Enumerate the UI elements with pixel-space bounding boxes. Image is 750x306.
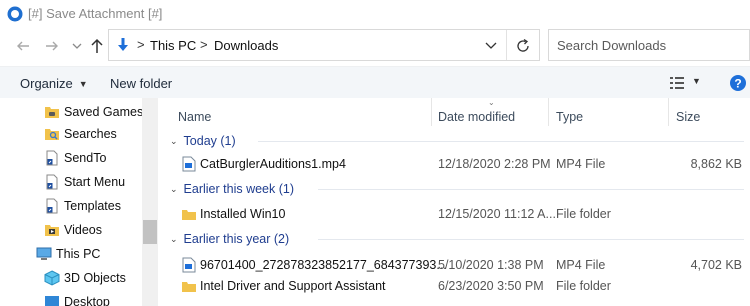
breadcrumb-separator[interactable]: > (137, 37, 145, 52)
organize-button[interactable]: Organize ▼ (20, 76, 88, 91)
title-bar: [#] Save Attachment [#] (0, 0, 750, 30)
sidebar-item-label: Searches (64, 127, 117, 141)
column-header-date-modified[interactable]: Date modified (438, 110, 515, 124)
sidebar-item-label: 3D Objects (64, 271, 126, 285)
file-name: CatBurglerAuditions1.mp4 (200, 157, 346, 171)
sidebar-item-sendto[interactable]: SendTo (0, 146, 142, 170)
navigation-pane: Saved Games Searches SendTo Start Menu T… (0, 98, 158, 306)
navigation-pane-scrollbar[interactable] (142, 98, 158, 306)
file-name: Intel Driver and Support Assistant (200, 279, 386, 293)
group-header-earlier-this-week[interactable]: ⌄ Earlier this week (1) (170, 178, 294, 200)
up-arrow-icon[interactable] (88, 37, 106, 55)
sidebar-item-templates[interactable]: Templates (0, 194, 142, 218)
download-arrow-icon (118, 38, 128, 51)
sidebar-item-this-pc[interactable]: This PC (0, 242, 142, 266)
chevron-down-icon: ⌄ (170, 233, 178, 244)
view-details-icon[interactable] (670, 76, 684, 90)
sidebar-item-label: Saved Games (64, 105, 144, 119)
search-box[interactable] (548, 29, 750, 61)
folder-videos-icon (45, 225, 59, 236)
file-shortcut-icon (46, 150, 58, 166)
sidebar-item-3d-objects[interactable]: 3D Objects (0, 266, 142, 290)
file-shortcut-icon (46, 198, 58, 214)
group-header-earlier-this-year[interactable]: ⌄ Earlier this year (2) (170, 228, 289, 250)
file-date: 5/10/2020 1:38 PM (438, 258, 544, 272)
file-row[interactable]: Intel Driver and Support Assistant 6/23/… (158, 274, 750, 298)
refresh-icon[interactable] (513, 36, 533, 56)
scrollbar-thumb[interactable] (143, 220, 157, 244)
recent-locations-chevron-icon[interactable] (68, 37, 86, 55)
chevron-down-icon: ⌄ (170, 183, 178, 194)
column-header-size[interactable]: Size (676, 110, 700, 124)
sidebar-item-start-menu[interactable]: Start Menu (0, 170, 142, 194)
file-row[interactable]: Installed Win10 12/15/2020 11:12 A... Fi… (158, 202, 750, 226)
group-label: Earlier this year (2) (183, 232, 290, 246)
address-bar[interactable]: > This PC > Downloads (108, 29, 540, 61)
file-date: 12/18/2020 2:28 PM (438, 157, 551, 171)
sidebar-item-label: SendTo (64, 151, 107, 165)
column-divider[interactable] (668, 98, 669, 126)
back-arrow-icon[interactable] (14, 37, 32, 55)
help-icon[interactable]: ? (729, 74, 747, 92)
sidebar-item-desktop[interactable]: Desktop (0, 290, 142, 306)
group-divider (258, 141, 744, 142)
sidebar-item-label: Start Menu (64, 175, 126, 189)
breadcrumb-this-pc[interactable]: This PC (150, 38, 196, 53)
address-divider (506, 30, 507, 60)
file-size: 4,702 KB (690, 258, 742, 272)
group-divider (318, 189, 744, 190)
sidebar-item-videos[interactable]: Videos (0, 218, 142, 242)
sidebar-item-label: Templates (64, 199, 121, 213)
sidebar-item-label: Desktop (64, 295, 110, 306)
folder-saved-games-icon (45, 107, 59, 118)
file-name: 96701400_272878323852177_684377393... (200, 258, 447, 272)
organize-label: Organize (20, 76, 73, 91)
caret-down-icon: ▼ (78, 79, 88, 89)
file-type: MP4 File (556, 258, 606, 272)
chevron-down-icon: ⌄ (170, 135, 178, 146)
forward-arrow-icon[interactable] (43, 37, 61, 55)
sidebar-item-searches[interactable]: Searches (0, 122, 142, 146)
command-bar: Organize ▼ New folder ▼ ? (0, 66, 750, 98)
view-options-caret-icon[interactable]: ▼ (692, 76, 701, 86)
3d-objects-icon (44, 270, 60, 286)
file-shortcut-icon (46, 174, 58, 190)
folder-search-icon (45, 129, 59, 140)
file-row[interactable]: CatBurglerAuditions1.mp4 12/18/2020 2:28… (158, 152, 750, 176)
group-divider (318, 239, 744, 240)
file-list: Name ⌄ Date modified Type Size ⌄ Today (… (158, 98, 750, 306)
group-label: Today (1) (183, 134, 236, 148)
file-date: 12/15/2020 11:12 A... (438, 207, 556, 221)
group-header-today[interactable]: ⌄ Today (1) (170, 130, 236, 152)
address-dropdown-icon[interactable] (483, 37, 499, 53)
desktop-icon (45, 296, 59, 306)
sidebar-item-label: This PC (56, 247, 101, 261)
column-header-type[interactable]: Type (556, 110, 583, 124)
video-file-icon (182, 257, 196, 273)
file-date: 6/23/2020 3:50 PM (438, 279, 544, 293)
file-type: File folder (556, 207, 611, 221)
group-label: Earlier this week (1) (183, 182, 294, 196)
column-header-name[interactable]: Name (178, 110, 211, 124)
video-file-icon (182, 156, 196, 172)
file-type: MP4 File (556, 157, 606, 171)
app-icon (7, 6, 23, 22)
sidebar-item-label: Videos (64, 223, 102, 237)
breadcrumb-separator[interactable]: > (200, 37, 208, 52)
computer-icon (36, 247, 52, 260)
folder-icon (182, 282, 196, 292)
search-input[interactable] (549, 30, 749, 60)
svg-text:?: ? (734, 77, 741, 91)
column-divider[interactable] (431, 98, 432, 126)
sort-caret-icon: ⌄ (488, 98, 495, 107)
new-folder-button[interactable]: New folder (110, 76, 172, 91)
file-size: 8,862 KB (690, 157, 742, 171)
window-title: [#] Save Attachment [#] (28, 6, 163, 21)
file-type: File folder (556, 279, 611, 293)
column-divider[interactable] (548, 98, 549, 126)
breadcrumb-downloads[interactable]: Downloads (214, 38, 278, 53)
file-name: Installed Win10 (200, 207, 286, 221)
sidebar-item-saved-games[interactable]: Saved Games (0, 100, 144, 124)
folder-icon (182, 210, 196, 220)
